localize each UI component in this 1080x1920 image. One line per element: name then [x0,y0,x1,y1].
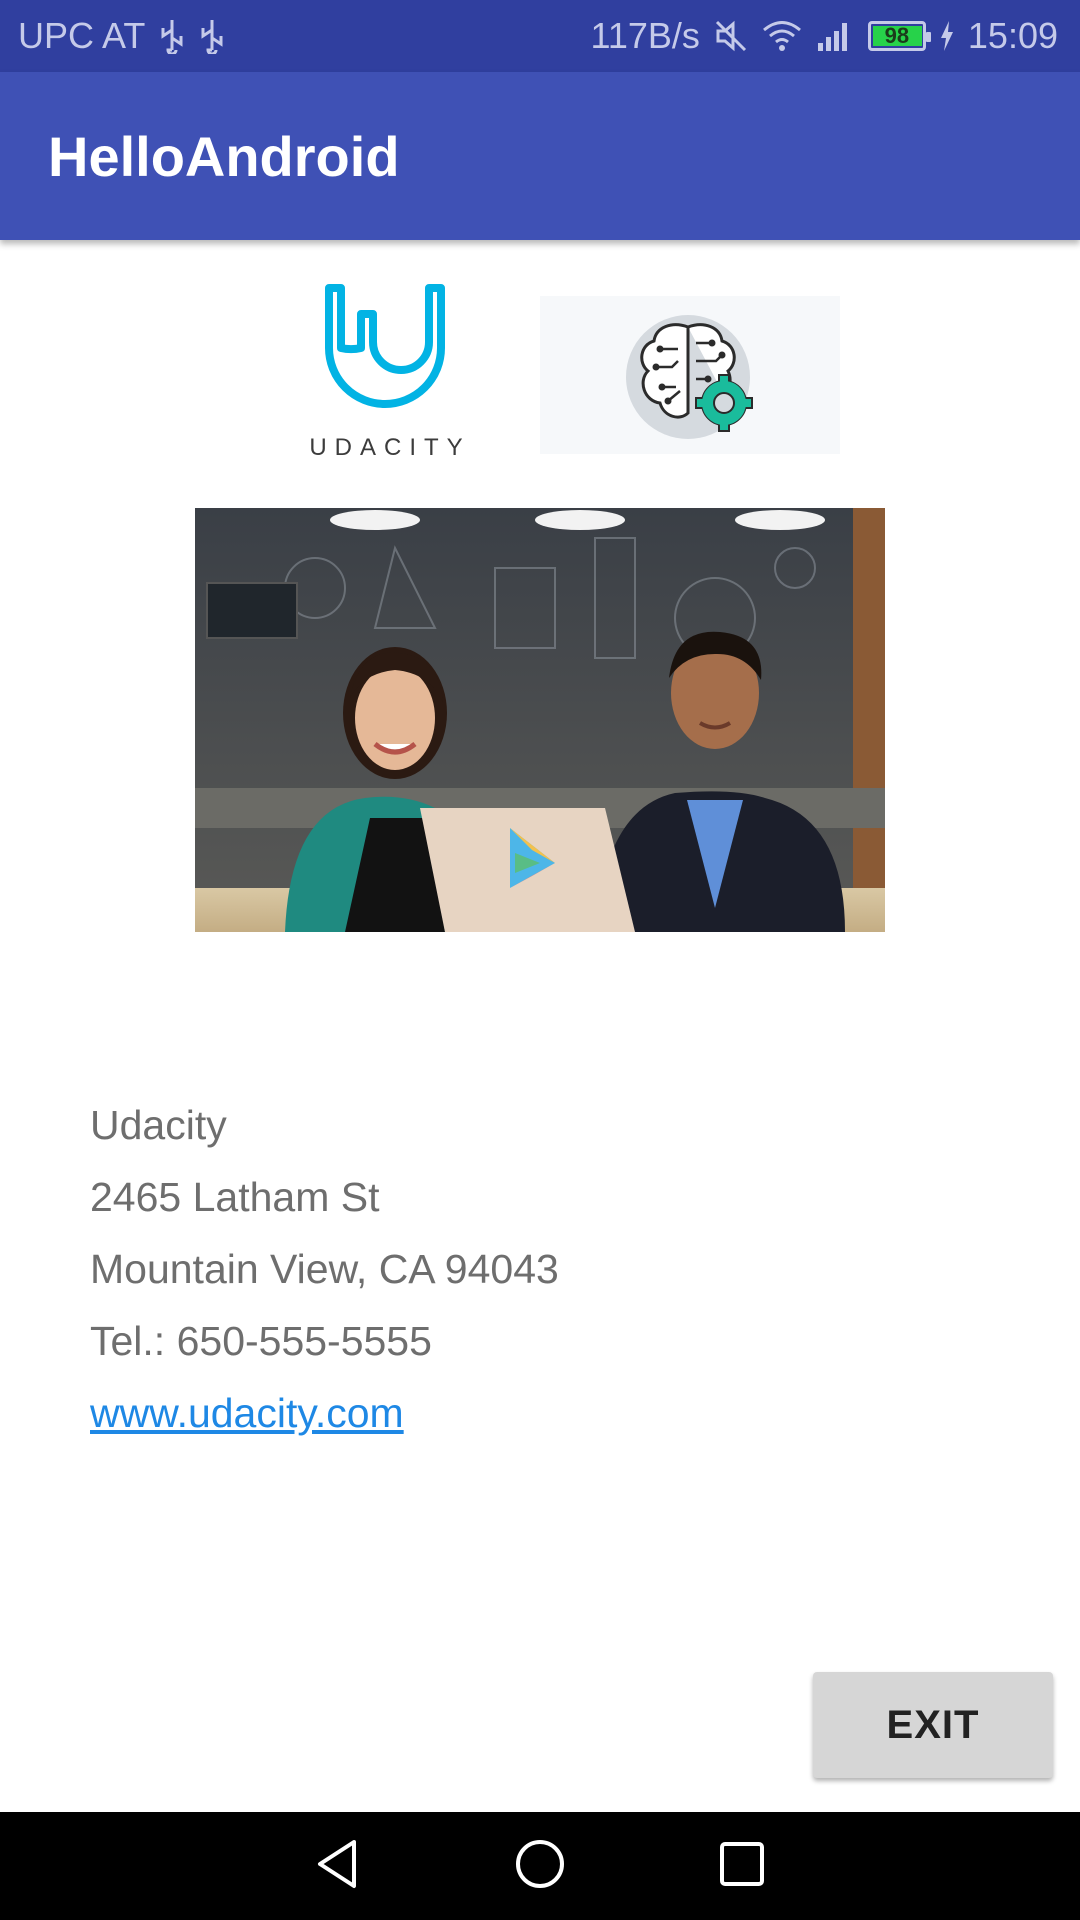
usb-icon [199,18,225,54]
phone-number: Tel.: 650-555-5555 [90,1318,432,1364]
net-speed-label: 117B/s [590,15,700,56]
exit-button[interactable]: EXIT [813,1672,1053,1778]
signal-icon [816,19,854,53]
charging-icon [940,21,954,51]
app-bar: HelloAndroid [0,72,1080,240]
battery-icon: 98 [867,21,931,51]
status-bar: UPC AT 117B/s 98 15:09 [0,0,1080,72]
clock-label: 15:09 [967,15,1058,56]
mute-icon [714,19,748,53]
city-address: Mountain View, CA 94043 [90,1246,559,1292]
website-link[interactable]: www.udacity.com [90,1390,404,1436]
back-icon[interactable] [312,1838,364,1895]
contact-info: Udacity 2465 Latham St Mountain View, CA… [90,1095,559,1455]
team-photo [195,508,885,932]
app-title: HelloAndroid [48,124,400,188]
home-icon[interactable] [514,1838,566,1895]
udacity-wordmark: UDACITY [309,434,471,461]
udacity-logo [300,270,480,460]
company-name: Udacity [90,1102,227,1148]
battery-level: 98 [884,23,910,48]
street-address: 2465 Latham St [90,1174,380,1220]
wifi-icon [762,19,802,53]
recents-icon[interactable] [716,1838,768,1895]
usb-icon [159,18,185,54]
brain-gear-logo [540,296,840,454]
navigation-bar [0,1812,1080,1920]
carrier-label: UPC AT [18,15,146,56]
